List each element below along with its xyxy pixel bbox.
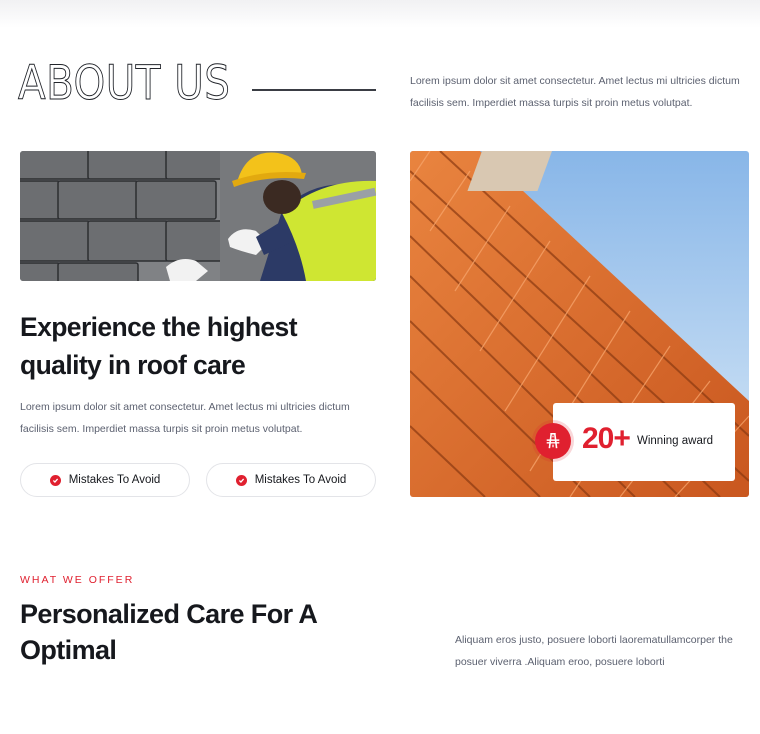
experience-heading: Experience the highest quality in roof c… bbox=[20, 312, 298, 380]
check-circle-icon bbox=[235, 474, 247, 486]
top-fade bbox=[0, 0, 760, 28]
roofer-worker-image bbox=[20, 151, 376, 281]
mistakes-button-label: Mistakes To Avoid bbox=[68, 474, 161, 486]
mistakes-button-1[interactable]: Mistakes To Avoid bbox=[20, 463, 190, 497]
award-label: Winning award bbox=[637, 435, 714, 447]
check-circle-icon bbox=[49, 474, 61, 486]
award-card: 20+ Winning award bbox=[535, 403, 735, 481]
about-divider bbox=[252, 89, 376, 91]
about-description: Lorem ipsum dolor sit amet consectetur. … bbox=[410, 75, 740, 109]
offer-description: Aliquam eros justo, posuere loborti laor… bbox=[455, 634, 733, 668]
offer-heading: Personalized Care For A Optimal bbox=[20, 599, 317, 665]
about-title: ABOUT US bbox=[18, 56, 231, 111]
award-count: 20+ bbox=[582, 422, 631, 455]
mistakes-button-2[interactable]: Mistakes To Avoid bbox=[206, 463, 376, 497]
experience-description: Lorem ipsum dolor sit amet consectetur. … bbox=[20, 401, 350, 435]
mistakes-button-label: Mistakes To Avoid bbox=[254, 474, 347, 486]
offer-eyebrow: WHAT WE OFFER bbox=[20, 574, 135, 586]
road-sign-icon bbox=[535, 423, 571, 459]
